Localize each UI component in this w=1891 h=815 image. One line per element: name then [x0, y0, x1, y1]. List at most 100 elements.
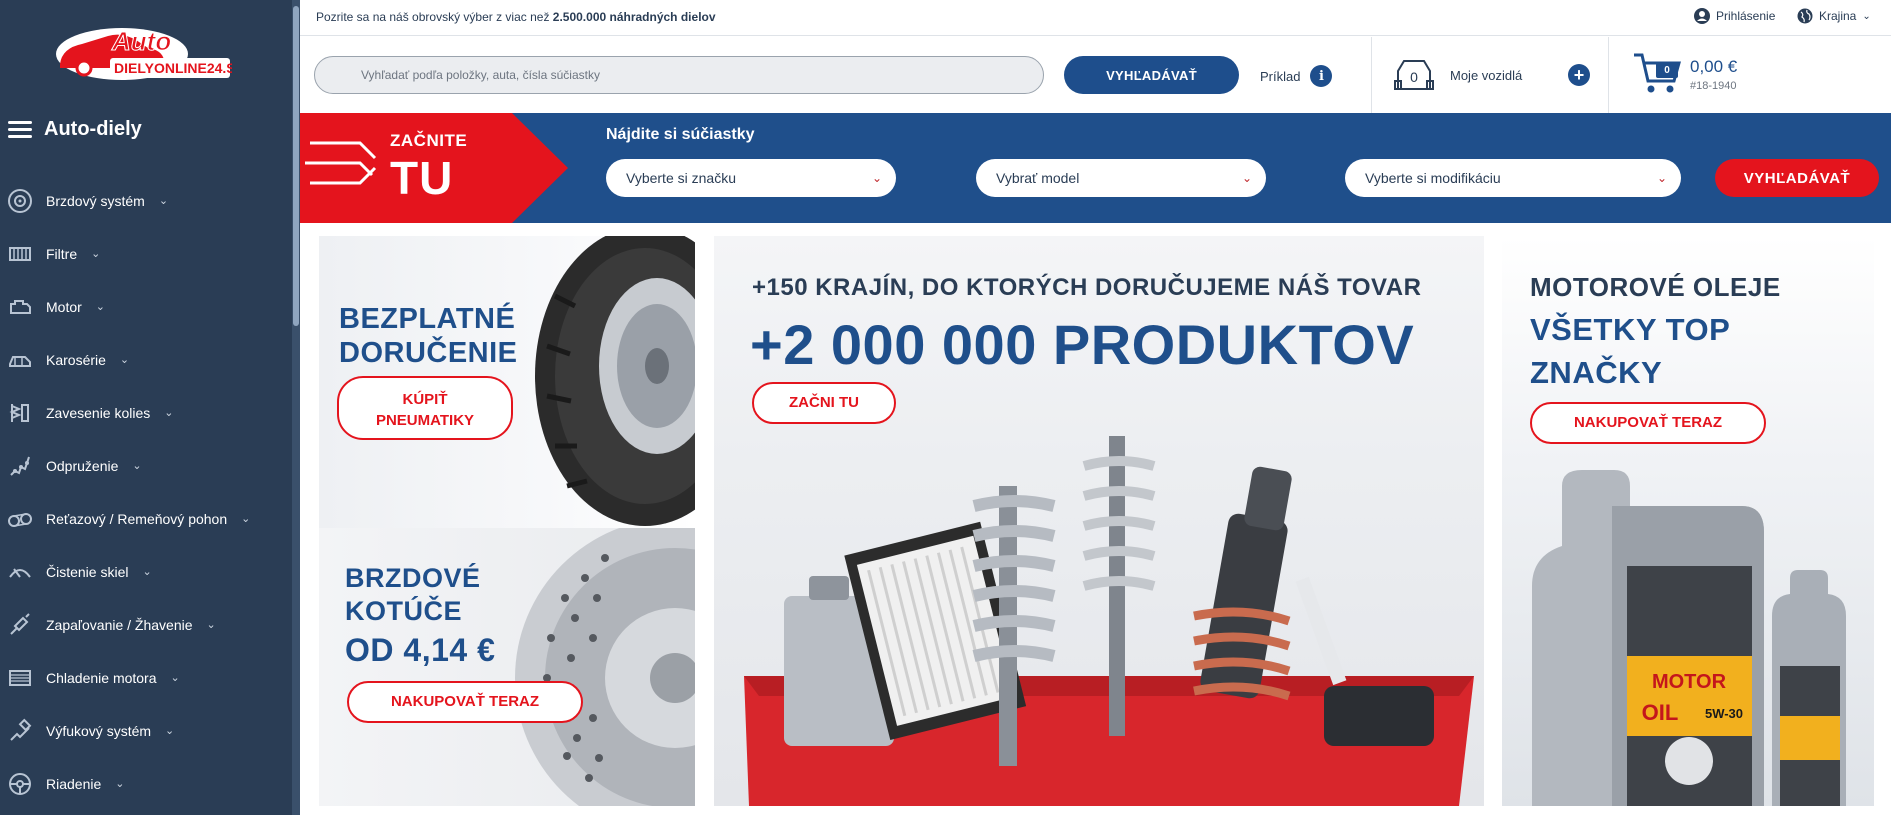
brake-icon	[6, 187, 34, 215]
oils-shop-button[interactable]: NAKUPOVAŤ TERAZ	[1530, 402, 1766, 444]
sidebar-item-chladenie-motora[interactable]: Chladenie motora ⌄	[0, 651, 292, 704]
tires-title-line2: DORUČENIE	[339, 337, 518, 369]
divider	[1371, 37, 1372, 113]
sidebar-item-label: Reťazový / Remeňový pohon	[46, 510, 228, 527]
tires-banner[interactable]: BEZPLATNÉ DORUČENIE KÚPIŤ PNEUMATIKY	[319, 236, 695, 528]
filter-icon	[6, 240, 34, 268]
chevron-down-icon: ⌄	[164, 407, 174, 419]
start-here-line2: TU	[390, 152, 454, 204]
suspension-icon	[6, 399, 34, 427]
country-label: Krajina	[1819, 9, 1857, 23]
chevron-down-icon: ⌄	[1656, 171, 1667, 185]
brake-discs-price: OD 4,14 €	[345, 632, 496, 668]
sidebar-item-riadenie[interactable]: Riadenie ⌄	[0, 757, 292, 810]
tire-image	[535, 236, 695, 526]
oil-bottles-image: MOTOR OIL 5W-30	[1532, 470, 1846, 806]
site-logo[interactable]: Auto DIELYONLINE24.SK	[52, 20, 232, 86]
search-input[interactable]	[314, 56, 1044, 94]
products-banner[interactable]: +150 KRAJÍN, DO KTORÝCH DORUČUJEME NÁŠ T…	[714, 236, 1484, 806]
header: VYHĽADÁVAŤ Príklad i 0 Moje vozidlá + 0 …	[300, 37, 1891, 113]
sidebar-item-filtre[interactable]: Filtre ⌄	[0, 227, 292, 280]
chevron-down-icon: ⌄	[115, 778, 125, 790]
cart-count-badge: 0	[1656, 63, 1678, 78]
example-label: Príklad	[1260, 68, 1301, 84]
divider	[1608, 37, 1609, 113]
motor-oils-banner[interactable]: MOTOROVÉ OLEJE VŠETKY TOP ZNAČKY NAKUPOV…	[1502, 236, 1874, 806]
products-headline: +150 KRAJÍN, DO KTORÝCH DORUČUJEME NÁŠ T…	[752, 274, 1422, 301]
user-icon	[1694, 8, 1710, 24]
login-link[interactable]: Prihlásenie	[1694, 8, 1775, 24]
oils-title-line1: MOTOROVÉ OLEJE	[1530, 272, 1781, 302]
chevron-down-icon: ⌄	[119, 354, 130, 366]
finder-search-button[interactable]: VYHĽADÁVAŤ	[1715, 159, 1879, 197]
sidebar: Auto DIELYONLINE24.SK Auto-diely Brzdový…	[0, 0, 300, 815]
chevron-down-icon: ⌄	[1241, 171, 1252, 185]
sidebar-item-label: Brzdový systém	[46, 192, 145, 209]
sidebar-item-zavesenie-kolies[interactable]: Zavesenie kolies ⌄	[0, 386, 292, 439]
oils-title-line3: ZNAČKY	[1530, 355, 1663, 390]
oils-title-line2: VŠETKY TOP	[1530, 312, 1731, 347]
chevron-down-icon: ⌄	[1862, 10, 1871, 22]
car-garage-icon: 0	[1394, 60, 1434, 90]
sidebar-item-cistenie-skiel[interactable]: Čistenie skiel ⌄	[0, 545, 292, 598]
spark-plug-icon	[6, 611, 34, 639]
search-button[interactable]: VYHĽADÁVAŤ	[1064, 56, 1239, 94]
brake-discs-title: BRZDOVÉ KOTÚČE	[345, 562, 481, 628]
promo-notice-bold: 2.500.000 náhradných dielov	[552, 10, 716, 24]
menu-title: Auto-diely	[44, 118, 142, 140]
info-icon[interactable]: i	[1310, 65, 1333, 87]
login-label: Prihlásenie	[1716, 9, 1776, 23]
menu-header[interactable]: Auto-diely	[8, 118, 142, 141]
sidebar-item-brzdovy-system[interactable]: Brzdový systém ⌄	[0, 174, 292, 227]
sidebar-item-label: Výfukový systém	[46, 722, 152, 739]
brand-select[interactable]: Vyberte si značku ⌄	[606, 159, 896, 197]
brake-discs-banner[interactable]: BRZDOVÉ KOTÚČE OD 4,14 € NAKUPOVAŤ TERAZ	[319, 528, 695, 806]
model-select-value: Vybrať model	[996, 170, 1080, 186]
chevron-down-icon: ⌄	[241, 513, 251, 525]
sidebar-item-label: Karosérie	[46, 351, 106, 368]
tires-title: BEZPLATNÉ DORUČENIE	[339, 302, 518, 370]
chevron-down-icon: ⌄	[165, 725, 175, 737]
auto-parts-image	[744, 436, 1474, 806]
buy-tires-line2: PNEUMATIKY	[375, 412, 475, 429]
example-link[interactable]: Príklad i	[1260, 65, 1333, 87]
chevron-down-icon: ⌄	[158, 195, 169, 207]
sidebar-scrollbar-thumb[interactable]	[293, 6, 299, 326]
sidebar-item-vyfukovy-system[interactable]: Výfukový systém ⌄	[0, 704, 292, 757]
cart-price[interactable]: 0,00 €	[1690, 57, 1737, 77]
sidebar-item-label: Odpruženie	[46, 457, 119, 474]
sidebar-item-karoserie[interactable]: Karosérie ⌄	[0, 333, 292, 386]
oil-bottle-grade: 5W-30	[1705, 706, 1743, 721]
modification-select[interactable]: Vyberte si modifikáciu ⌄	[1345, 159, 1681, 197]
sidebar-item-zapalovanie[interactable]: Zapaľovanie / Žhavenie ⌄	[0, 598, 292, 651]
my-vehicles-label: Moje vozidlá	[1450, 67, 1523, 83]
start-here-button[interactable]: ZAČNI TU	[752, 382, 896, 424]
sidebar-scrollbar[interactable]	[292, 0, 300, 815]
sidebar-item-odpruzenie[interactable]: Odpruženie ⌄	[0, 439, 292, 492]
promo-notice-text: Pozrite sa na náš obrovský výber z viac …	[316, 10, 553, 24]
spring-icon	[6, 452, 34, 480]
start-here-line1: ZAČNITE	[390, 131, 468, 150]
modification-select-value: Vyberte si modifikáciu	[1365, 170, 1501, 186]
my-vehicles-link[interactable]: 0 Moje vozidlá	[1392, 55, 1522, 95]
start-here-badge: ZAČNITE TU	[300, 113, 570, 223]
country-selector[interactable]: Krajina ⌄	[1797, 8, 1871, 24]
add-vehicle-button[interactable]: +	[1568, 64, 1590, 86]
model-select[interactable]: Vybrať model ⌄	[976, 159, 1266, 197]
vehicles-count: 0	[1410, 69, 1418, 85]
hamburger-icon[interactable]	[8, 120, 32, 139]
exhaust-icon	[6, 717, 34, 745]
finder-title: Nájdite si súčiastky	[606, 126, 755, 143]
sidebar-item-retazovy-pohon[interactable]: Reťazový / Remeňový pohon ⌄	[0, 492, 292, 545]
promo-notice: Pozrite sa na náš obrovský výber z viac …	[316, 10, 716, 24]
chevron-down-icon: ⌄	[95, 301, 106, 313]
cart-id: #18-1940	[1690, 80, 1737, 92]
wiper-icon	[6, 558, 34, 586]
sidebar-item-motor[interactable]: Motor ⌄	[0, 280, 292, 333]
sidebar-item-label: Filtre	[46, 245, 78, 262]
buy-tires-line1: KÚPIŤ	[402, 391, 448, 408]
brake-discs-shop-button[interactable]: NAKUPOVAŤ TERAZ	[347, 681, 583, 723]
buy-tires-button[interactable]: KÚPIŤ PNEUMATIKY	[337, 376, 513, 440]
svg-text:Auto: Auto	[111, 26, 171, 56]
oil-bottle-brand: MOTOR	[1652, 671, 1727, 693]
